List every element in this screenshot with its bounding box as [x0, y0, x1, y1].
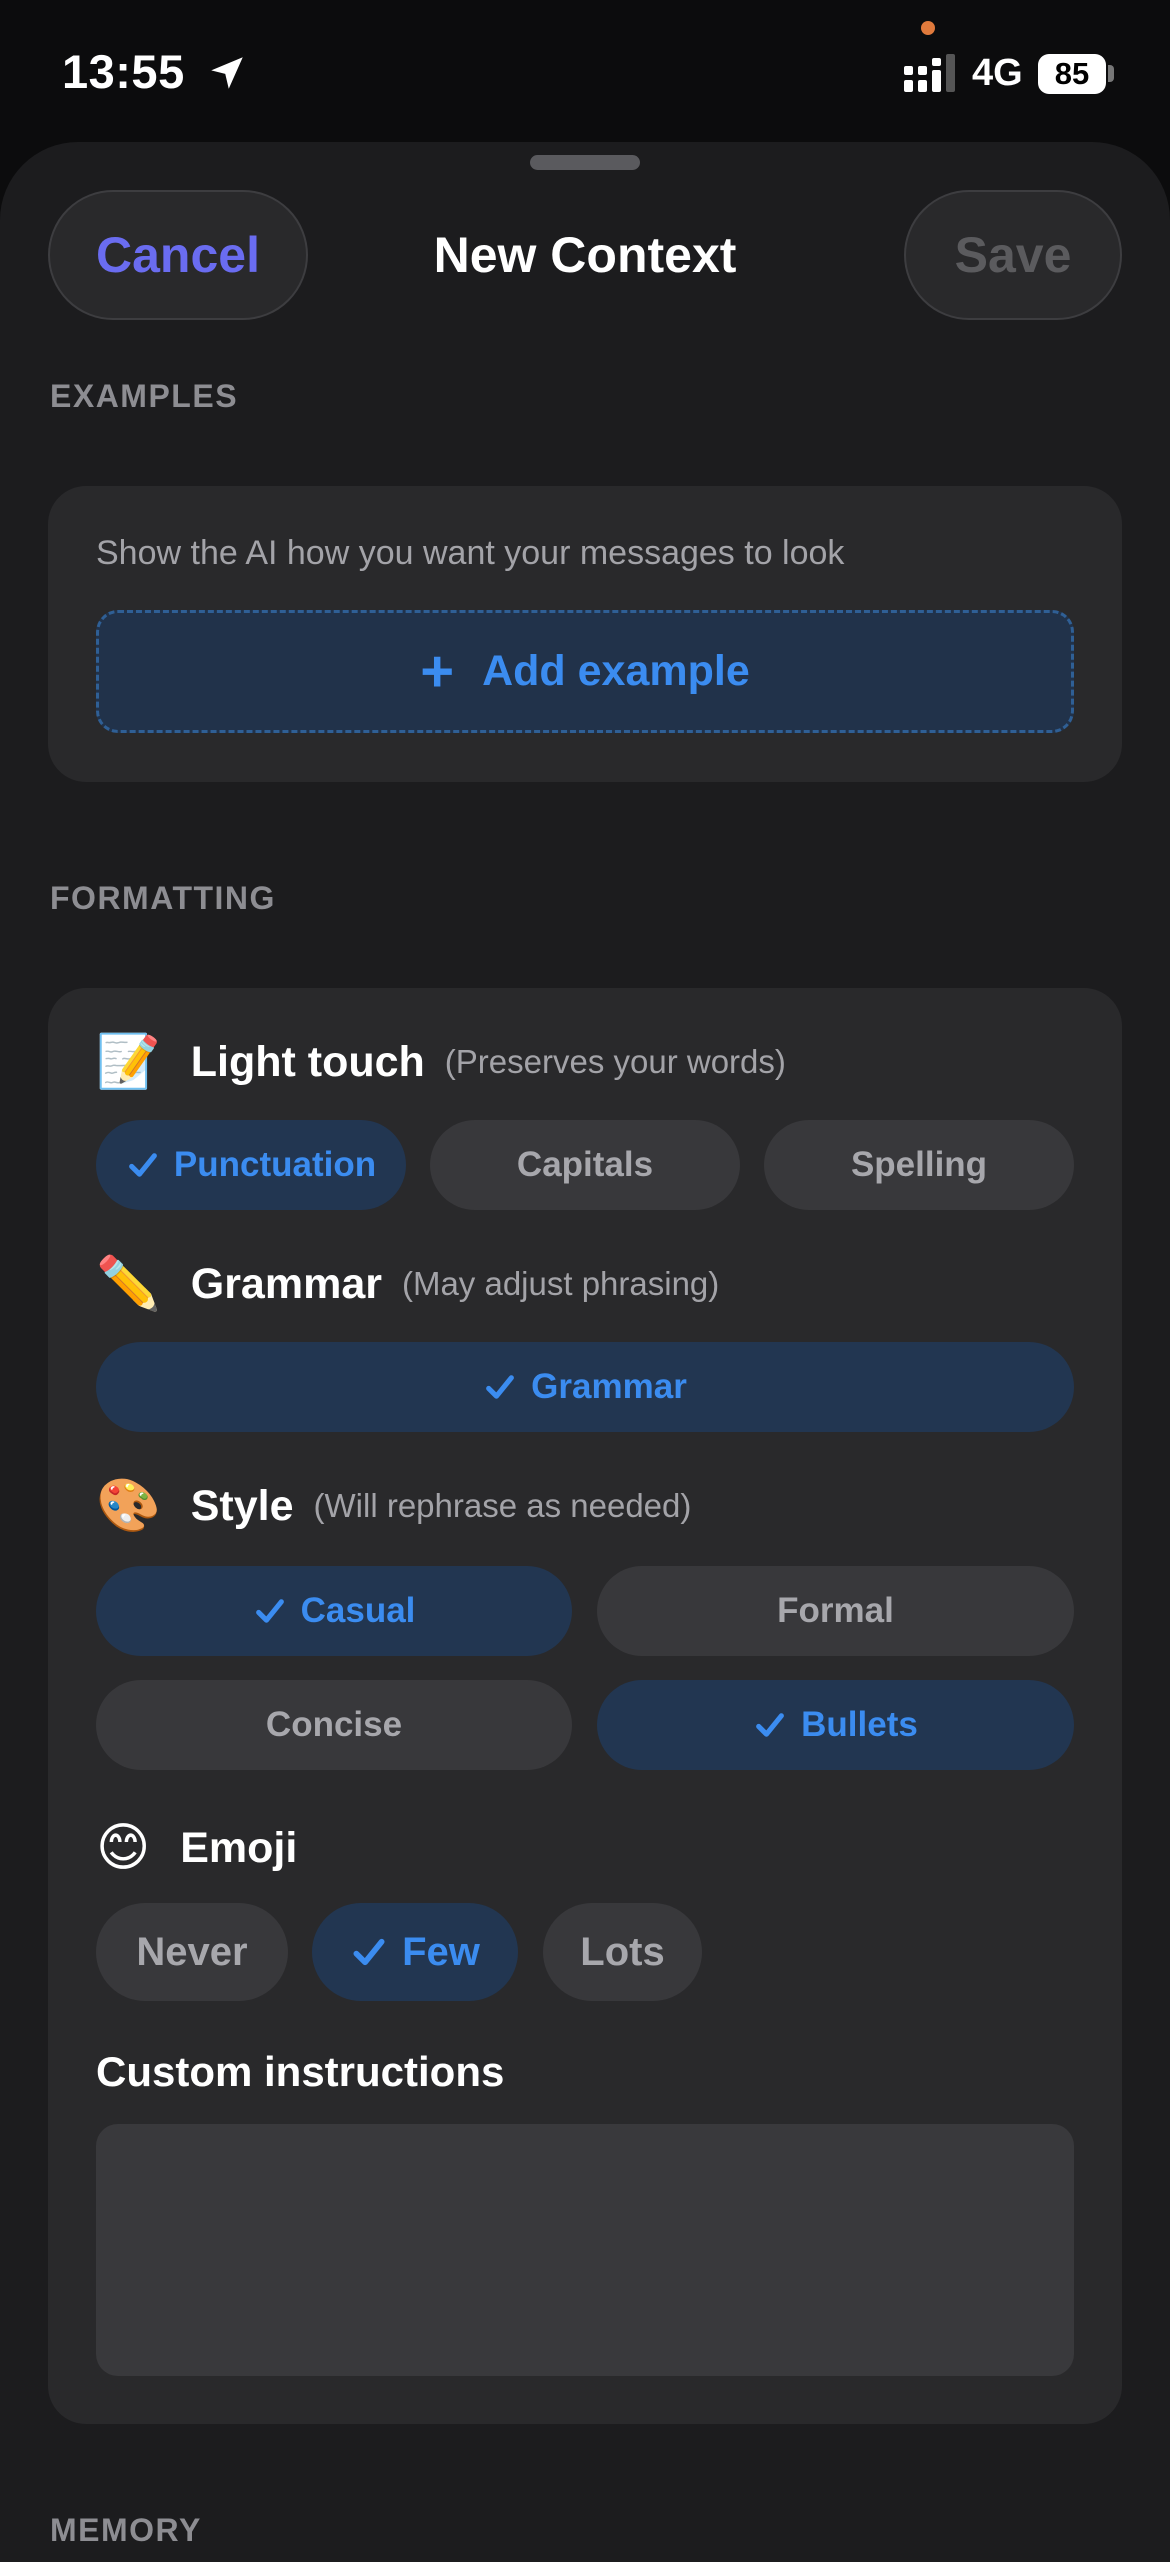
camera-indicator-dot	[921, 21, 935, 35]
chip-label: Grammar	[531, 1367, 687, 1406]
chip-label: Spelling	[850, 1145, 988, 1184]
memory-section-header: MEMORY	[50, 2512, 202, 2548]
examples-hint: Show the AI how you want your messages t…	[96, 534, 845, 572]
chip-label: Bullets	[801, 1705, 918, 1744]
checkmark-icon	[129, 1153, 157, 1177]
checkmark-icon	[255, 1599, 284, 1623]
memo-icon: 📝	[96, 1033, 161, 1091]
style-title: Style	[190, 1481, 294, 1530]
sheet-grabber[interactable]	[530, 155, 640, 170]
chip-grammar[interactable]: Grammar	[96, 1342, 1074, 1432]
chip-label: Few	[402, 1929, 480, 1974]
checkmark-icon	[353, 1938, 385, 1966]
status-time: 13:55	[62, 45, 185, 98]
plus-icon: +	[420, 638, 455, 704]
chip-spelling[interactable]: Spelling	[764, 1120, 1074, 1210]
examples-section-header: EXAMPLES	[50, 378, 239, 414]
battery-cap	[1108, 65, 1114, 82]
chip-label: Formal	[777, 1591, 894, 1630]
location-arrow-icon	[211, 57, 243, 89]
checkmark-icon	[756, 1713, 785, 1737]
formatting-section-header: FORMATTING	[50, 880, 276, 916]
chip-label: Never	[136, 1929, 248, 1974]
add-example-label: Add example	[482, 647, 750, 695]
emoji-heading: 😊 Emoji	[96, 1822, 297, 1874]
battery-indicator: 85	[1038, 54, 1106, 94]
chip-punctuation[interactable]: Punctuation	[96, 1120, 406, 1210]
palette-icon: 🎨	[96, 1477, 161, 1535]
style-heading: 🎨 Style (Will rephrase as needed)	[96, 1480, 691, 1532]
chip-few[interactable]: Few	[312, 1903, 518, 2001]
style-subtitle: (Will rephrase as needed)	[313, 1487, 692, 1524]
light-touch-heading: 📝 Light touch (Preserves your words)	[96, 1036, 786, 1088]
cellular-signal-icon	[904, 54, 955, 92]
chip-lots[interactable]: Lots	[543, 1903, 702, 2001]
chip-label: Lots	[580, 1929, 665, 1974]
add-example-button[interactable]: + Add example	[96, 610, 1074, 733]
light-touch-subtitle: (Preserves your words)	[444, 1043, 786, 1080]
save-button[interactable]: Save	[904, 190, 1122, 320]
chip-label: Concise	[265, 1705, 403, 1744]
custom-instructions-input[interactable]	[96, 2124, 1074, 2376]
network-type: 4G	[972, 52, 1023, 94]
grammar-subtitle: (May adjust phrasing)	[401, 1265, 720, 1302]
pencil-icon: ✏️	[96, 1255, 161, 1313]
grammar-title: Grammar	[190, 1259, 382, 1308]
chip-label: Casual	[300, 1591, 416, 1630]
chip-never[interactable]: Never	[96, 1903, 288, 2001]
custom-instructions-label: Custom instructions	[96, 2048, 505, 2095]
checkmark-icon	[486, 1375, 515, 1399]
smiley-icon: 😊	[96, 1819, 151, 1877]
chip-casual[interactable]: Casual	[96, 1566, 572, 1656]
chip-concise[interactable]: Concise	[96, 1680, 572, 1770]
chip-formal[interactable]: Formal	[597, 1566, 1074, 1656]
chip-label: Punctuation	[173, 1145, 377, 1184]
emoji-title: Emoji	[180, 1823, 298, 1872]
light-touch-title: Light touch	[190, 1037, 425, 1086]
grammar-heading: ✏️ Grammar (May adjust phrasing)	[96, 1258, 719, 1310]
chip-label: Capitals	[516, 1145, 654, 1184]
chip-capitals[interactable]: Capitals	[430, 1120, 740, 1210]
chip-bullets[interactable]: Bullets	[597, 1680, 1074, 1770]
